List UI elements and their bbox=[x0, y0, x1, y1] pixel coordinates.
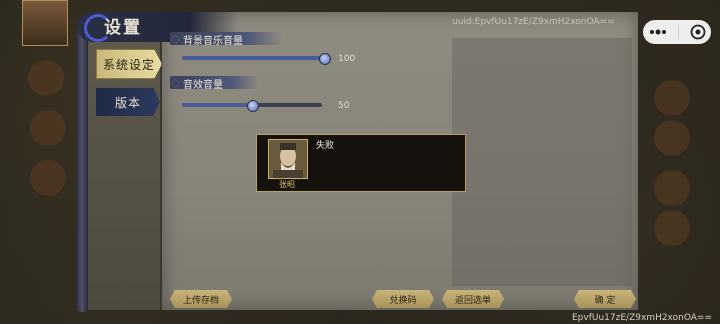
sfx-volume-value: 50 bbox=[338, 101, 350, 111]
music-volume-value: 100 bbox=[338, 54, 356, 64]
back-to-menu-button[interactable]: 返回选单 bbox=[442, 290, 504, 308]
sfx-volume-fill bbox=[182, 103, 252, 107]
page-title: 设置 bbox=[104, 18, 142, 38]
background-icon bbox=[30, 160, 66, 196]
music-volume-slider[interactable] bbox=[182, 53, 331, 65]
scroll-rod bbox=[76, 28, 88, 312]
sfx-volume-knob[interactable] bbox=[247, 100, 259, 112]
more-icon[interactable] bbox=[649, 27, 667, 37]
capsule-divider bbox=[677, 25, 679, 39]
sfx-volume-label: 音效音量 bbox=[172, 76, 223, 91]
redeem-code-button[interactable]: 兑换码 bbox=[372, 290, 434, 308]
music-volume-label: 背景音乐音量 bbox=[172, 32, 243, 47]
player-avatar bbox=[22, 0, 68, 46]
music-volume-knob[interactable] bbox=[319, 53, 331, 65]
background-icon bbox=[654, 170, 690, 206]
background-icon bbox=[30, 110, 66, 146]
mini-program-capsule bbox=[643, 20, 711, 44]
tab-version[interactable]: 版本 bbox=[96, 88, 160, 116]
background-icon bbox=[654, 210, 690, 246]
uuid-label: uuid:EpvfUu17zE/Z9xmH2xonOA== bbox=[452, 17, 615, 27]
portrait-icon bbox=[268, 139, 308, 179]
background-icon bbox=[654, 80, 690, 116]
settings-right-area bbox=[452, 38, 632, 286]
tab-system-settings[interactable]: 系统设定 bbox=[96, 49, 162, 79]
footer-uuid: EpvfUu17zE/Z9xmH2xonOA== bbox=[572, 313, 712, 323]
sfx-volume-slider[interactable] bbox=[182, 100, 322, 112]
music-volume-fill bbox=[182, 56, 324, 60]
background-icon bbox=[654, 120, 690, 156]
background-icon bbox=[28, 60, 64, 96]
close-circle-icon[interactable] bbox=[690, 24, 706, 40]
confirm-button[interactable]: 确 定 bbox=[574, 290, 636, 308]
character-name: 张昭 bbox=[279, 180, 295, 189]
popup-message: 失败 bbox=[316, 141, 335, 151]
upload-save-button[interactable]: 上传存档 bbox=[170, 290, 232, 308]
